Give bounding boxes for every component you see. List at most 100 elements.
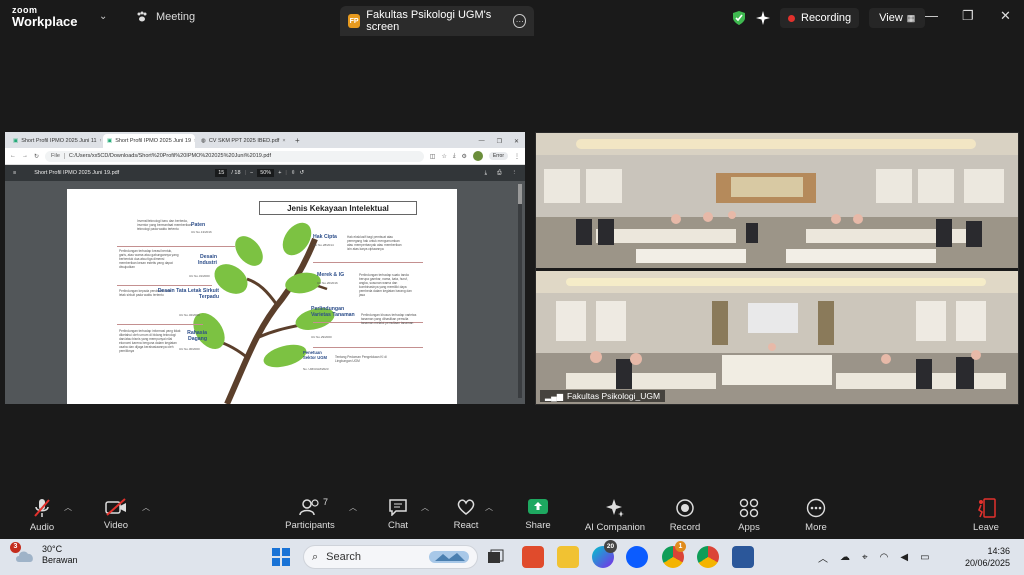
divider: [313, 262, 423, 263]
zoom-out-icon[interactable]: −: [250, 170, 253, 176]
fit-page-icon[interactable]: ⇳: [291, 170, 296, 176]
apps-label: Apps: [738, 522, 760, 533]
location-icon[interactable]: ⌖: [862, 552, 868, 563]
restore-icon[interactable]: ❐: [497, 138, 502, 145]
shield-check-icon[interactable]: [732, 10, 746, 26]
address-bar[interactable]: File C:/Users/xx5CD/Downloads/Short%20Pr…: [45, 150, 424, 162]
task-view-icon[interactable]: [484, 546, 506, 568]
ai-companion-button[interactable]: AI Companion: [570, 498, 660, 533]
participant-video[interactable]: ▂▄▆ Fakultas Psikologi_UGM: [535, 132, 1019, 405]
share-button[interactable]: Share: [506, 498, 570, 531]
volume-icon[interactable]: ◀: [900, 552, 908, 563]
taskbar-search[interactable]: ⌕ Search: [303, 545, 478, 569]
browser-tab[interactable]: ▣ Short Profil IPMO 2025 Juni 11 ×: [9, 134, 101, 148]
minimize-icon[interactable]: —: [925, 8, 938, 23]
chevron-up-icon[interactable]: ︿: [349, 502, 357, 513]
view-button[interactable]: View ▦: [869, 8, 926, 28]
zoom-in-icon[interactable]: +: [278, 170, 281, 176]
close-icon[interactable]: ✕: [514, 138, 519, 145]
acrobat-app-icon[interactable]: [522, 546, 544, 568]
more-options-icon[interactable]: ⋯: [513, 14, 526, 28]
hamburger-icon[interactable]: ≡: [13, 170, 16, 176]
cloud-sync-icon[interactable]: ☁: [840, 552, 850, 563]
participants-button[interactable]: 7 Participants: [278, 497, 342, 531]
page-input[interactable]: 15: [215, 169, 228, 177]
chevron-up-icon[interactable]: ︿: [818, 550, 828, 565]
record-icon: [676, 499, 694, 517]
back-icon[interactable]: ←: [10, 153, 16, 159]
pdf-icon: ▣: [107, 138, 113, 144]
close-icon[interactable]: ✕: [1000, 8, 1011, 24]
file-explorer-icon[interactable]: [557, 546, 579, 568]
close-icon[interactable]: ×: [100, 138, 101, 144]
chevron-down-icon[interactable]: ⌄: [99, 11, 107, 22]
participants-label: Participants: [285, 520, 335, 531]
zoom-input[interactable]: 50%: [257, 169, 275, 177]
extension-icon[interactable]: ⚙: [461, 153, 466, 160]
video-button[interactable]: Video: [84, 498, 148, 531]
browser-tab[interactable]: ◍ CV SKM PPT 2025 IBED.pdf ×: [197, 134, 289, 148]
logo-line2: Workplace: [12, 14, 78, 29]
share-screen-icon: [528, 499, 548, 514]
meeting-menu[interactable]: Meeting: [136, 11, 195, 23]
chrome-profile-app-icon[interactable]: [697, 546, 719, 568]
pdf-scrollbar[interactable]: [518, 184, 522, 398]
canva-app-icon[interactable]: 20: [592, 540, 617, 568]
forward-icon[interactable]: →: [22, 153, 28, 159]
browser-tab-active[interactable]: ▣ Short Profil IPMO 2025 Juni 19 ×: [103, 134, 195, 148]
chat-icon: [389, 499, 407, 516]
star-icon[interactable]: ☆: [441, 153, 446, 160]
audio-label: Audio: [29, 522, 55, 533]
more-button[interactable]: More: [784, 498, 848, 533]
restore-icon[interactable]: ❐: [962, 8, 974, 24]
apps-button[interactable]: Apps: [717, 498, 781, 533]
system-clock[interactable]: 14:36 20/06/2025: [965, 545, 1010, 569]
wifi-icon[interactable]: ◠: [880, 552, 889, 563]
share-avatar-badge: FP: [348, 14, 361, 28]
ip-law: UU No.13/2016: [191, 230, 212, 234]
chevron-up-icon[interactable]: ︿: [421, 502, 429, 513]
pdf-viewport: Jenis Kekayaan Intelektual Invensi/tekno…: [5, 181, 525, 404]
chevron-up-icon[interactable]: ︿: [142, 502, 150, 513]
weather-widget[interactable]: 3 30°C Berawan: [10, 542, 78, 567]
translate-icon[interactable]: ◫: [430, 153, 436, 160]
participants-icon-wrap: 7: [299, 497, 328, 516]
ai-sparkle-icon[interactable]: [756, 11, 770, 25]
record-button[interactable]: Record: [653, 498, 717, 533]
cloud-icon: 3: [10, 542, 36, 563]
error-chip[interactable]: Error: [488, 152, 508, 160]
chrome-app-icon[interactable]: 1: [662, 541, 686, 568]
chevron-up-icon[interactable]: ︿: [64, 502, 72, 513]
battery-icon[interactable]: ▭: [920, 552, 929, 563]
weather-condition: Berawan: [42, 555, 78, 566]
new-tab-button[interactable]: +: [291, 134, 304, 148]
scrollbar-thumb[interactable]: [518, 184, 522, 204]
close-icon[interactable]: ×: [282, 138, 285, 144]
leave-button[interactable]: Leave: [954, 498, 1018, 533]
pdf-actions: ⤓ ⎙ ⋮: [485, 170, 517, 177]
ip-description: Perlindungan terhadap suatu tanda berupa…: [359, 273, 412, 297]
pdf-toolbar: ≡ Short Profil IPMO 2025 Juni 19.pdf 15 …: [5, 165, 525, 181]
rotate-icon[interactable]: ↺: [299, 170, 304, 176]
windows-start-icon[interactable]: [272, 548, 290, 566]
screen-share-tab[interactable]: FP Fakultas Psikologi UGM's screen ⋯: [340, 6, 534, 36]
recording-indicator[interactable]: Recording: [780, 8, 860, 28]
menu-dots-icon[interactable]: ⋮: [512, 170, 518, 177]
zoom-app-icon[interactable]: [626, 546, 648, 568]
profile-avatar[interactable]: [472, 151, 483, 161]
download-icon[interactable]: ⤓: [453, 153, 456, 160]
mic-muted-icon: [34, 499, 50, 517]
minimize-icon[interactable]: —: [479, 138, 485, 144]
pdf-pager: 15 / 18 | − 50% + | ⇳ ↺: [215, 169, 304, 177]
ip-description: Tentang Pedoman Pengelolaan KI di Lingku…: [335, 355, 387, 363]
notification-badge: 1: [675, 541, 686, 552]
ip-heading: Perlindungan Varietas Tanaman: [311, 306, 355, 318]
menu-dots-icon[interactable]: ⋮: [514, 153, 520, 160]
download-icon[interactable]: ⤓: [485, 170, 487, 177]
word-app-icon[interactable]: [732, 546, 754, 568]
chevron-up-icon[interactable]: ︿: [485, 502, 493, 513]
close-icon[interactable]: ×: [194, 138, 195, 144]
print-icon[interactable]: ⎙: [497, 170, 501, 177]
reload-icon[interactable]: ↻: [34, 153, 39, 160]
recording-label: Recording: [801, 12, 852, 24]
